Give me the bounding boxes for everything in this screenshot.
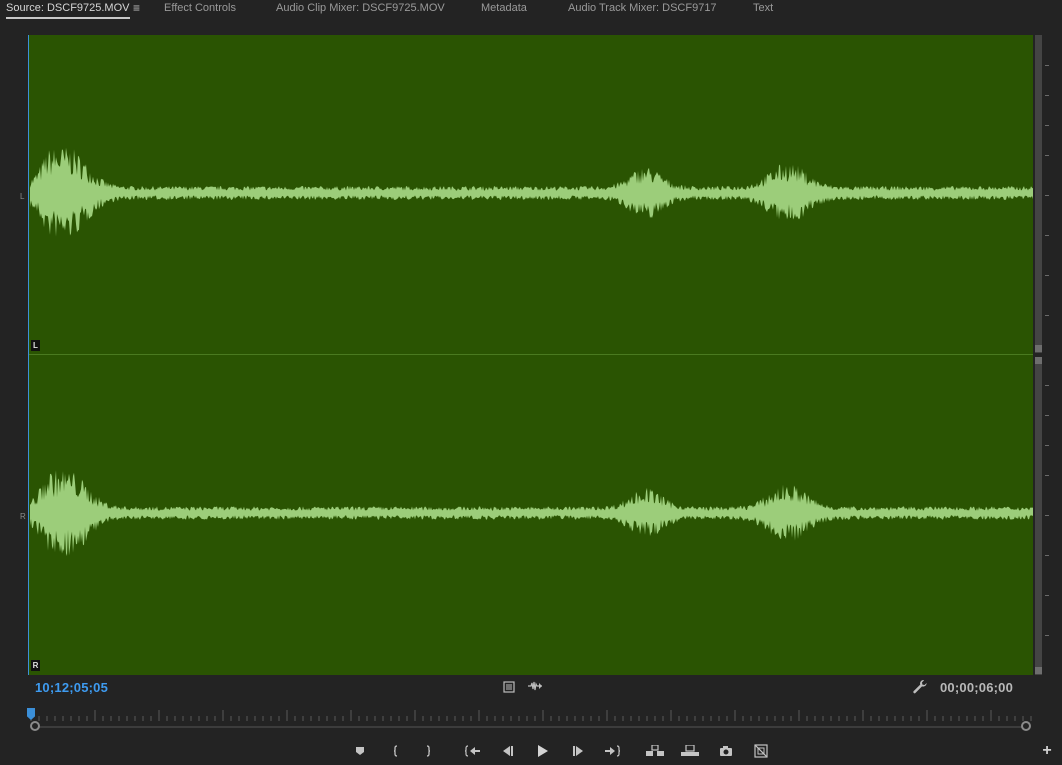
step-forward-icon	[573, 746, 583, 756]
left-channel-zoom-handle[interactable]	[1035, 345, 1042, 352]
ruler-tick	[1045, 125, 1049, 126]
play-button[interactable]	[532, 740, 554, 762]
ruler-tick	[1045, 65, 1049, 66]
panel-tab-bar: Source: DSCF9725.MOV ≡ Effect Controls A…	[0, 0, 1062, 22]
right-channel-tag: R	[31, 660, 40, 671]
bottom-zoom-handle[interactable]	[1035, 667, 1042, 674]
play-icon	[538, 745, 548, 757]
duration-timecode: 00;00;06;00	[940, 680, 1014, 695]
button-editor-icon	[754, 744, 768, 758]
mark-out-icon	[426, 745, 431, 757]
tab-audio-clip-mixer[interactable]: Audio Clip Mixer: DSCF9725.MOV	[276, 0, 445, 22]
left-channel-side-label: L	[20, 192, 25, 201]
ruler-tick	[1045, 595, 1049, 596]
go-to-out-icon	[605, 745, 620, 757]
ruler-tick	[1045, 635, 1049, 636]
hamburger-menu-icon[interactable]: ≡	[133, 2, 140, 14]
left-channel-waveform	[30, 147, 1033, 237]
step-forward-button[interactable]	[567, 740, 589, 762]
drag-audio-icon[interactable]	[528, 681, 542, 694]
mark-in-icon	[393, 745, 398, 757]
camera-icon	[720, 746, 732, 756]
ruler-tick	[1045, 315, 1049, 316]
current-timecode[interactable]: 10;12;05;05	[35, 680, 108, 695]
ruler-tick	[1045, 555, 1049, 556]
zoom-handle-left[interactable]	[30, 721, 40, 731]
ruler-tick	[1045, 155, 1049, 156]
insert-button[interactable]	[644, 740, 666, 762]
step-back-icon	[503, 746, 513, 756]
wrench-icon[interactable]	[912, 679, 928, 695]
ruler-tick	[1045, 95, 1049, 96]
mark-out-button[interactable]	[417, 740, 439, 762]
tab-audio-track-mixer[interactable]: Audio Track Mixer: DSCF9717	[568, 0, 717, 22]
tab-text[interactable]: Text	[753, 0, 773, 22]
vertical-zoom-ruler[interactable]	[1035, 35, 1062, 675]
insert-icon	[646, 745, 664, 756]
tab-metadata[interactable]: Metadata	[481, 0, 527, 22]
right-channel-zoom-handle[interactable]	[1035, 357, 1042, 364]
right-channel-side-label: R	[20, 512, 26, 521]
tab-source[interactable]: Source: DSCF9725.MOV	[6, 0, 130, 22]
zoom-handle-right[interactable]	[1021, 721, 1031, 731]
right-channel-scroll-bar[interactable]	[1035, 357, 1042, 675]
playhead-line[interactable]	[28, 35, 29, 675]
ruler-tick	[1045, 515, 1049, 516]
time-ruler[interactable]	[30, 708, 1032, 722]
ruler-tick	[1045, 445, 1049, 446]
step-back-button[interactable]	[497, 740, 519, 762]
clip-settings-icon[interactable]	[502, 681, 516, 694]
audio-waveform-display[interactable]: L R	[28, 35, 1033, 675]
overwrite-button[interactable]	[679, 740, 701, 762]
button-editor-button[interactable]	[750, 740, 772, 762]
time-ruler-ticks	[30, 710, 1032, 721]
left-channel-scroll-bar[interactable]	[1035, 35, 1042, 353]
go-to-out-button[interactable]	[601, 740, 623, 762]
add-marker-button[interactable]	[349, 740, 371, 762]
marker-icon	[356, 747, 364, 755]
zoom-scroll-bar[interactable]	[36, 726, 1026, 728]
go-to-in-button[interactable]	[462, 740, 484, 762]
overwrite-icon	[681, 745, 699, 756]
export-frame-button[interactable]	[715, 740, 737, 762]
transport-controls	[0, 740, 1062, 764]
ruler-tick	[1045, 195, 1049, 196]
go-to-in-icon	[465, 745, 480, 757]
ruler-tick	[1045, 275, 1049, 276]
ruler-tick	[1045, 415, 1049, 416]
right-channel-waveform	[30, 470, 1033, 557]
add-button[interactable]: +	[1040, 740, 1054, 762]
ruler-tick	[1045, 475, 1049, 476]
tab-effect-controls[interactable]: Effect Controls	[164, 0, 236, 22]
left-channel-tag: L	[31, 340, 40, 351]
mark-in-button[interactable]	[385, 740, 407, 762]
ruler-tick	[1045, 385, 1049, 386]
ruler-tick	[1045, 235, 1049, 236]
